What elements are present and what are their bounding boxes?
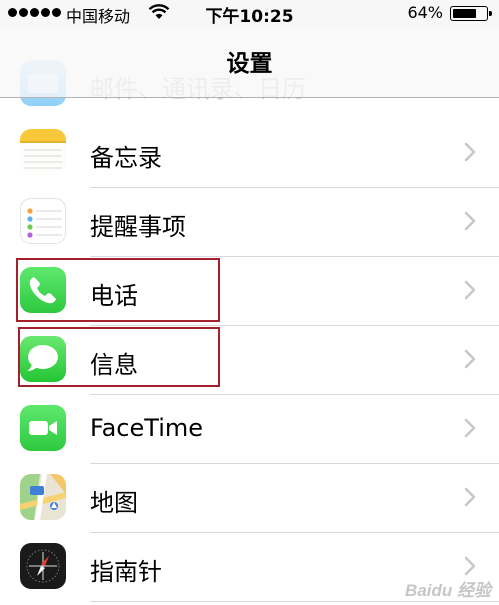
watermark-text: Baidu 经验	[405, 581, 491, 600]
navigation-bar: 设置	[0, 26, 499, 98]
battery-percentage: 64%	[407, 3, 443, 22]
maps-icon	[20, 474, 66, 520]
watermark: Baidu 经验	[405, 576, 491, 601]
chevron-right-icon	[464, 556, 476, 576]
reminders-icon	[20, 198, 66, 244]
chevron-right-icon	[464, 142, 476, 162]
phone-icon	[20, 267, 66, 313]
settings-row-label: 提醒事项	[90, 213, 186, 241]
notes-icon	[20, 129, 66, 175]
settings-row-facetime[interactable]: FaceTime	[0, 395, 499, 464]
chevron-right-icon	[464, 349, 476, 369]
messages-icon	[20, 336, 66, 382]
chevron-right-icon	[464, 418, 476, 438]
settings-row-label: 电话	[90, 282, 138, 310]
facetime-icon	[20, 405, 66, 451]
settings-row-label: FaceTime	[90, 414, 204, 442]
settings-row-label: 地图	[90, 489, 138, 517]
settings-row-messages[interactable]: 信息	[0, 326, 499, 395]
settings-row-maps[interactable]: 地图	[0, 464, 499, 533]
compass-icon	[20, 543, 66, 589]
battery-icon	[450, 6, 492, 21]
chevron-right-icon	[464, 280, 476, 300]
settings-row-phone[interactable]: 电话	[0, 257, 499, 326]
settings-row-label: 信息	[90, 351, 138, 379]
settings-row-label: 备忘录	[90, 144, 162, 172]
chevron-right-icon	[464, 211, 476, 231]
chevron-right-icon	[464, 487, 476, 507]
settings-row-label: 指南针	[90, 558, 162, 586]
settings-row-notes[interactable]: 备忘录	[0, 119, 499, 188]
settings-row-reminders[interactable]: 提醒事项	[0, 188, 499, 257]
status-bar: 中国移动 下午10:25 64%	[0, 0, 499, 27]
page-title: 设置	[226, 51, 273, 77]
